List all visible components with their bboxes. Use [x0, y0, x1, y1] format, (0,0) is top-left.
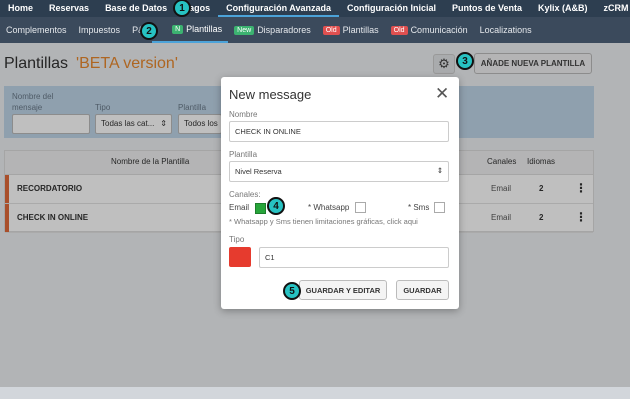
step-marker-3: 3 — [456, 52, 474, 70]
whatsapp-label: * Whatsapp — [308, 203, 350, 212]
subnav-plantillas-label: Plantillas — [186, 24, 223, 34]
new-message-modal: New message ✕ Nombre CHECK IN ONLINE Pla… — [221, 77, 459, 309]
nombre-value: CHECK IN ONLINE — [235, 127, 301, 136]
sub-nav: Complementos Impuestos P&l N Plantillas … — [0, 17, 630, 43]
whatsapp-checkbox[interactable] — [355, 202, 366, 213]
save-and-edit-button[interactable]: GUARDAR Y EDITAR — [299, 280, 387, 300]
tipo-color-swatch[interactable] — [229, 247, 251, 267]
subnav-localizations[interactable]: Localizations — [474, 17, 538, 43]
modal-title: New message — [229, 87, 312, 102]
nav-kylix[interactable]: Kylix (A&B) — [530, 0, 596, 17]
sms-checkbox[interactable] — [434, 202, 445, 213]
subnav-disparadores-label: Disparadores — [257, 25, 311, 35]
top-nav: Home Reservas Base de Datos Pagos Config… — [0, 0, 630, 17]
step-marker-2: 2 — [140, 22, 158, 40]
nombre-label: Nombre — [229, 110, 258, 119]
nav-zcrm[interactable]: zCRM — [596, 0, 630, 17]
email-checkbox[interactable] — [255, 203, 266, 214]
step-marker-4: 4 — [267, 197, 285, 215]
subnav-plantillas[interactable]: N Plantillas — [152, 17, 229, 43]
tipo-label: Tipo — [229, 235, 245, 244]
footer-bar — [0, 387, 630, 399]
subnav-old-plantillas[interactable]: Old Plantillas — [317, 17, 385, 43]
canales-label: Canales: — [229, 190, 261, 199]
save-button[interactable]: GUARDAR — [396, 280, 449, 300]
close-icon[interactable]: ✕ — [435, 84, 449, 104]
plantilla-select[interactable]: Nivel Reserva ⇕ — [229, 161, 449, 182]
sms-label: * Sms — [408, 203, 430, 212]
new-badge: N — [172, 24, 184, 34]
email-label: Email — [229, 203, 250, 212]
step-marker-5: 5 — [283, 282, 301, 300]
nav-reservas[interactable]: Reservas — [41, 0, 97, 17]
channels-note[interactable]: * Whatsapp y Sms tienen limitaciones grá… — [229, 217, 418, 226]
new-badge: New — [234, 25, 255, 35]
plantilla-value: Nivel Reserva — [235, 167, 282, 176]
nav-home[interactable]: Home — [0, 0, 41, 17]
nav-puntos-de-venta[interactable]: Puntos de Venta — [444, 0, 530, 17]
old-badge: Old — [322, 25, 340, 35]
plantilla-label: Plantilla — [229, 150, 258, 159]
tipo-input[interactable]: C1 — [259, 247, 449, 268]
subnav-disparadores[interactable]: New Disparadores — [228, 17, 317, 43]
subnav-comunicacion-label: Comunicación — [410, 25, 468, 35]
nav-configuracion-avanzada[interactable]: Configuración Avanzada — [218, 0, 339, 17]
subnav-impuestos[interactable]: Impuestos — [73, 17, 127, 43]
old-badge: Old — [390, 25, 408, 35]
subnav-old-plantillas-label: Plantillas — [342, 25, 379, 35]
nombre-input[interactable]: CHECK IN ONLINE — [229, 121, 449, 142]
tipo-value: C1 — [265, 253, 275, 262]
subnav-comunicacion[interactable]: Old Comunicación — [385, 17, 474, 43]
nav-configuracion-inicial[interactable]: Configuración Inicial — [339, 0, 444, 17]
nav-base-de-datos[interactable]: Base de Datos — [97, 0, 175, 17]
subnav-complementos[interactable]: Complementos — [0, 17, 73, 43]
chevron-down-icon: ⇕ — [436, 166, 443, 175]
